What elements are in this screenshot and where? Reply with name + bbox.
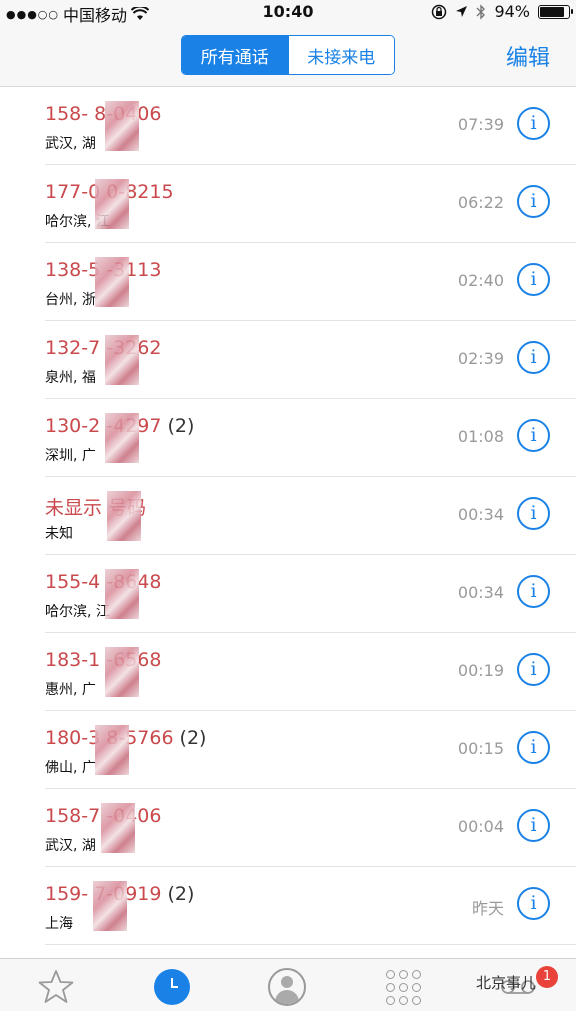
segment-all-calls[interactable]: 所有通话	[182, 36, 288, 74]
caller-location: 泉州, 福	[45, 370, 96, 386]
caller-location: 上海	[45, 916, 73, 932]
clock-icon	[154, 969, 190, 1005]
call-time: 00:34	[457, 583, 504, 602]
call-time: 02:39	[457, 349, 504, 368]
call-row[interactable]: 155-4 -8648 哈尔滨, 江 00:34 i	[45, 555, 576, 633]
info-button[interactable]: i	[517, 341, 550, 374]
caller-location: 佛山, 广	[45, 760, 96, 776]
calls-filter-segmented-control: 所有通话 未接来电	[181, 35, 395, 75]
call-row[interactable]: 138-5 -3113 台州, 浙 02:40 i	[45, 243, 576, 321]
call-row[interactable]: 177-0 0-8215 哈尔滨, 江 06:22 i	[45, 165, 576, 243]
privacy-mosaic	[105, 335, 139, 385]
info-button[interactable]: i	[517, 575, 550, 608]
battery-percent: 94%	[494, 2, 530, 21]
call-row[interactable]: 158- 8-0406 武汉, 湖 07:39 i	[45, 87, 576, 165]
privacy-mosaic	[95, 725, 129, 775]
segment-missed-calls[interactable]: 未接来电	[287, 36, 394, 74]
call-row[interactable]: 180-3 8-5766 (2) 佛山, 广 00:15 i	[45, 711, 576, 789]
privacy-mosaic	[105, 413, 139, 463]
info-button[interactable]: i	[517, 887, 550, 920]
call-time: 00:34	[457, 505, 504, 524]
call-row[interactable]: 132-7 -3262 泉州, 福 02:39 i	[45, 321, 576, 399]
call-time: 07:39	[457, 115, 504, 134]
caller-location: 武汉, 湖	[45, 136, 96, 152]
info-button[interactable]: i	[517, 263, 550, 296]
call-count: (2)	[167, 883, 195, 905]
privacy-mosaic	[105, 647, 139, 697]
keypad-icon	[385, 969, 421, 1005]
call-row[interactable]: 未显示 号码 未知 00:34 i	[45, 477, 576, 555]
status-bar: ●●●○○ 中国移动 10:40 94%	[0, 0, 576, 25]
privacy-mosaic	[107, 491, 141, 541]
info-button[interactable]: i	[517, 653, 550, 686]
info-button[interactable]: i	[517, 419, 550, 452]
call-time: 00:04	[457, 817, 504, 836]
call-row[interactable]: 183-1 -6568 惠州, 广 00:19 i	[45, 633, 576, 711]
tab-favorites[interactable]	[36, 967, 76, 1007]
battery-icon	[538, 4, 573, 19]
caller-location: 深圳, 广	[45, 448, 96, 464]
voicemail-badge: 1	[536, 966, 558, 988]
call-time: 00:15	[457, 739, 504, 758]
privacy-mosaic	[105, 569, 139, 619]
privacy-mosaic	[93, 881, 127, 931]
call-row[interactable]: 158-7 -0406武汉, 湖00:04i	[45, 789, 576, 867]
call-row[interactable]: 159- 7-0919 (2) 上海 昨天 i	[45, 867, 576, 945]
orientation-lock-icon	[432, 4, 447, 19]
caller-location: 惠州, 广	[45, 682, 96, 698]
privacy-mosaic	[95, 179, 129, 229]
watermark-text: 北京事儿	[476, 974, 537, 992]
caller-location: 哈尔滨, 江	[45, 604, 110, 620]
caller-location: 武汉, 湖	[45, 838, 96, 854]
call-time: 01:08	[457, 427, 504, 446]
call-count: (2)	[167, 415, 195, 437]
call-time: 06:22	[457, 193, 504, 212]
tab-recents[interactable]	[152, 967, 192, 1007]
call-time: 昨天	[471, 899, 504, 918]
contact-avatar-icon	[268, 968, 306, 1006]
call-time: 00:19	[457, 661, 504, 680]
location-arrow-icon	[456, 6, 468, 17]
bluetooth-icon	[476, 3, 486, 20]
info-button[interactable]: i	[517, 809, 550, 842]
info-button[interactable]: i	[517, 731, 550, 764]
tab-contacts[interactable]	[267, 967, 307, 1007]
privacy-mosaic	[95, 257, 129, 307]
recent-calls-list: 158- 8-0406 武汉, 湖 07:39 i 177-0 0-8215 哈尔滨, 江…	[0, 87, 576, 945]
privacy-mosaic	[101, 803, 135, 853]
tab-keypad[interactable]	[383, 967, 423, 1007]
call-row[interactable]: 130-2 -4297 (2) 深圳, 广 01:08 i	[45, 399, 576, 477]
star-icon	[38, 970, 74, 1003]
call-time: 02:40	[457, 271, 504, 290]
caller-location: 台州, 浙	[45, 292, 96, 308]
caller-location: 未知	[45, 526, 73, 542]
navigation-bar: 所有通话 未接来电 编辑	[0, 24, 576, 87]
info-button[interactable]: i	[517, 185, 550, 218]
privacy-mosaic	[105, 101, 139, 151]
info-button[interactable]: i	[517, 107, 550, 140]
edit-button[interactable]: 编辑	[506, 40, 550, 72]
call-count: (2)	[179, 727, 207, 749]
info-button[interactable]: i	[517, 497, 550, 530]
